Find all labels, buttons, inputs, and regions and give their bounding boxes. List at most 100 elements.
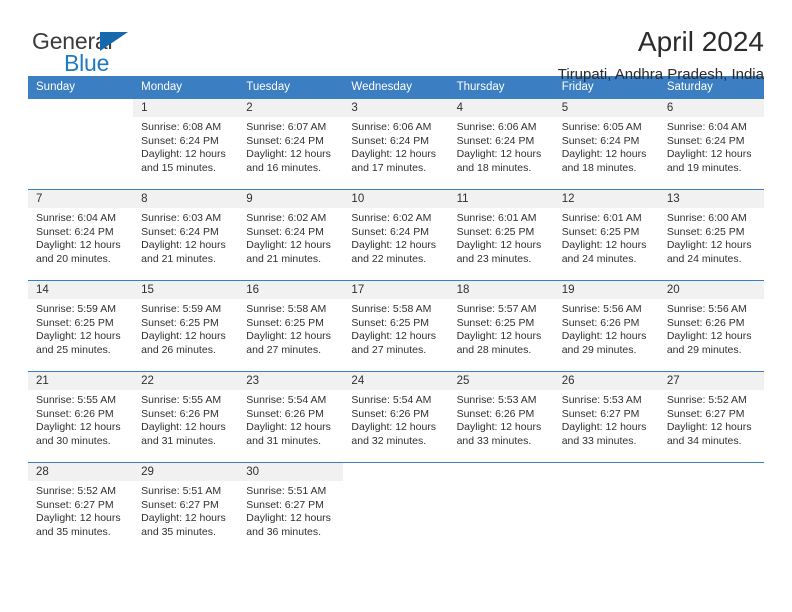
day-number: 10 [343,190,449,208]
empty-day-cell [343,463,449,553]
day-cell[interactable]: 12 Sunrise: 6:01 AM Sunset: 6:25 PM Dayligh… [553,190,659,280]
day-cell[interactable]: 6 Sunrise: 6:04 AM Sunset: 6:24 PM Daylight… [658,99,764,189]
day-details: Sunrise: 6:06 AM Sunset: 6:24 PM Daylight:… [343,117,448,175]
calendar-cell-empty [448,462,554,553]
day-cell[interactable]: 28 Sunrise: 5:52 AM Sunset: 6:27 PM Dayligh… [28,463,134,553]
day-details: Sunrise: 5:55 AM Sunset: 6:26 PM Daylight:… [133,390,238,448]
day-cell[interactable]: 27 Sunrise: 5:52 AM Sunset: 6:27 PM Dayligh… [658,372,764,462]
day-cell[interactable]: 9 Sunrise: 6:02 AM Sunset: 6:24 PM Daylight… [238,190,344,280]
daylight-text-line2: and 21 minutes. [246,252,321,265]
weekday-header-thursday: Thursday [448,76,554,99]
weekday-header-monday: Monday [133,76,239,99]
day-cell[interactable]: 24 Sunrise: 5:54 AM Sunset: 6:26 PM Dayligh… [343,372,449,462]
sunrise-text: Sunrise: 5:58 AM [351,303,432,315]
sunset-text: Sunset: 6:26 PM [666,316,745,329]
day-cell[interactable]: 21 Sunrise: 5:55 AM Sunset: 6:26 PM Dayligh… [28,372,134,462]
day-cell[interactable]: 20 Sunrise: 5:56 AM Sunset: 6:26 PM Dayligh… [658,281,764,371]
calendar-cell-empty [28,98,134,190]
day-cell[interactable]: 5 Sunrise: 6:05 AM Sunset: 6:24 PM Daylight… [553,99,659,189]
day-cell[interactable]: 23 Sunrise: 5:54 AM Sunset: 6:26 PM Dayligh… [238,372,344,462]
calendar-cell-day: 1 Sunrise: 6:08 AM Sunset: 6:24 PM Daylight… [133,98,239,190]
day-cell[interactable]: 7 Sunrise: 6:04 AM Sunset: 6:24 PM Daylight… [28,190,134,280]
sunset-text: Sunset: 6:24 PM [351,134,430,147]
day-number: 22 [133,372,239,390]
daylight-text-line2: and 18 minutes. [561,161,637,174]
day-cell[interactable]: 26 Sunrise: 5:53 AM Sunset: 6:27 PM Dayligh… [553,372,659,462]
day-number: 28 [28,463,134,481]
day-details: Sunrise: 6:06 AM Sunset: 6:24 PM Daylight:… [449,117,554,175]
day-details: Sunrise: 5:53 AM Sunset: 6:27 PM Daylight:… [554,390,659,448]
day-details: Sunrise: 6:02 AM Sunset: 6:24 PM Daylight:… [238,208,343,266]
sunrise-text: Sunrise: 6:03 AM [141,212,222,224]
day-cell[interactable]: 1 Sunrise: 6:08 AM Sunset: 6:24 PM Daylight… [133,99,239,189]
day-cell[interactable]: 11 Sunrise: 6:01 AM Sunset: 6:25 PM Dayligh… [448,190,554,280]
sunset-text: Sunset: 6:26 PM [456,407,535,420]
daylight-text-line2: and 36 minutes. [246,525,321,538]
day-details: Sunrise: 5:52 AM Sunset: 6:27 PM Daylight:… [659,390,764,448]
day-cell[interactable]: 30 Sunrise: 5:51 AM Sunset: 6:27 PM Dayligh… [238,463,344,553]
day-cell[interactable]: 22 Sunrise: 5:55 AM Sunset: 6:26 PM Dayligh… [133,372,239,462]
sunset-text: Sunset: 6:26 PM [351,407,430,420]
calendar-cell-day: 18 Sunrise: 5:57 AM Sunset: 6:25 PM Dayligh… [448,280,554,372]
day-cell[interactable]: 10 Sunrise: 6:02 AM Sunset: 6:24 PM Dayligh… [343,190,449,280]
sunset-text: Sunset: 6:27 PM [141,498,219,511]
day-details: Sunrise: 5:58 AM Sunset: 6:25 PM Daylight:… [343,299,448,357]
sunset-text: Sunset: 6:26 PM [36,407,114,420]
sunset-text: Sunset: 6:24 PM [141,134,219,147]
daylight-text-line2: and 31 minutes. [141,434,216,447]
daylight-text-line2: and 18 minutes. [456,161,532,174]
sunrise-text: Sunrise: 5:52 AM [36,485,116,497]
day-cell[interactable]: 4 Sunrise: 6:06 AM Sunset: 6:24 PM Daylight… [448,99,554,189]
sunrise-text: Sunrise: 6:01 AM [561,212,642,224]
day-cell[interactable]: 29 Sunrise: 5:51 AM Sunset: 6:27 PM Dayligh… [133,463,239,553]
day-number: 16 [238,281,344,299]
sunset-text: Sunset: 6:27 PM [666,407,745,420]
sunset-text: Sunset: 6:27 PM [36,498,114,511]
sunset-text: Sunset: 6:25 PM [246,316,324,329]
day-cell[interactable]: 25 Sunrise: 5:53 AM Sunset: 6:26 PM Dayligh… [448,372,554,462]
daylight-text-line2: and 22 minutes. [351,252,427,265]
sunrise-text: Sunrise: 6:06 AM [351,121,432,133]
daylight-text-line1: Daylight: 12 hours [351,148,437,161]
title-block: April 2024 Tirupati, Andhra Pradesh, Ind… [558,26,764,83]
day-number: 9 [238,190,344,208]
general-blue-logo[interactable]: General Blue [28,26,148,82]
day-cell[interactable]: 18 Sunrise: 5:57 AM Sunset: 6:25 PM Dayligh… [448,281,554,371]
day-cell[interactable]: 8 Sunrise: 6:03 AM Sunset: 6:24 PM Daylight… [133,190,239,280]
daylight-text-line2: and 35 minutes. [141,525,216,538]
day-cell[interactable]: 2 Sunrise: 6:07 AM Sunset: 6:24 PM Daylight… [238,99,344,189]
calendar-cell-day: 26 Sunrise: 5:53 AM Sunset: 6:27 PM Dayligh… [553,371,659,463]
day-cell[interactable]: 13 Sunrise: 6:00 AM Sunset: 6:25 PM Dayligh… [658,190,764,280]
day-cell[interactable]: 19 Sunrise: 5:56 AM Sunset: 6:26 PM Dayligh… [553,281,659,371]
day-details: Sunrise: 6:01 AM Sunset: 6:25 PM Daylight:… [554,208,659,266]
calendar-cell-empty [343,462,449,553]
sunset-text: Sunset: 6:24 PM [246,225,324,238]
day-number: 8 [133,190,239,208]
daylight-text-line2: and 17 minutes. [351,161,427,174]
daylight-text-line1: Daylight: 12 hours [351,330,437,343]
daylight-text-line2: and 35 minutes. [36,525,111,538]
day-cell[interactable]: 17 Sunrise: 5:58 AM Sunset: 6:25 PM Dayligh… [343,281,449,371]
day-details: Sunrise: 6:04 AM Sunset: 6:24 PM Daylight:… [28,208,133,266]
calendar-body: 1 Sunrise: 6:08 AM Sunset: 6:24 PM Daylight… [28,98,764,553]
day-details: Sunrise: 5:54 AM Sunset: 6:26 PM Daylight:… [238,390,343,448]
day-number: 6 [658,99,764,117]
calendar-cell-day: 15 Sunrise: 5:59 AM Sunset: 6:25 PM Dayligh… [133,280,239,372]
daylight-text-line1: Daylight: 12 hours [246,421,331,434]
calendar-week-row: 21 Sunrise: 5:55 AM Sunset: 6:26 PM Dayligh… [28,371,764,463]
day-details: Sunrise: 5:58 AM Sunset: 6:25 PM Daylight:… [238,299,343,357]
daylight-text-line2: and 25 minutes. [36,343,111,356]
sunset-text: Sunset: 6:25 PM [456,225,535,238]
day-cell[interactable]: 14 Sunrise: 5:59 AM Sunset: 6:25 PM Dayligh… [28,281,134,371]
day-cell[interactable]: 16 Sunrise: 5:58 AM Sunset: 6:25 PM Dayligh… [238,281,344,371]
daylight-text-line2: and 16 minutes. [246,161,321,174]
sunrise-text: Sunrise: 5:52 AM [666,394,747,406]
sunrise-text: Sunrise: 5:59 AM [36,303,116,315]
day-cell[interactable]: 3 Sunrise: 6:06 AM Sunset: 6:24 PM Daylight… [343,99,449,189]
day-number: 21 [28,372,134,390]
day-number: 15 [133,281,239,299]
empty-day-cell [553,463,659,553]
daylight-text-line2: and 15 minutes. [141,161,216,174]
day-cell[interactable]: 15 Sunrise: 5:59 AM Sunset: 6:25 PM Dayligh… [133,281,239,371]
day-number: 17 [343,281,449,299]
